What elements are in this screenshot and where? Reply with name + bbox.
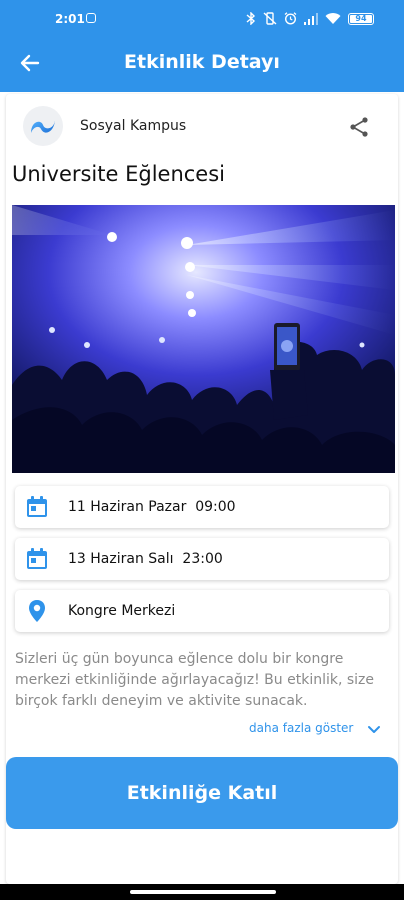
status-icons: 94 <box>246 12 374 25</box>
wave-logo-icon <box>31 119 55 133</box>
event-image <box>12 205 395 473</box>
calendar-icon <box>27 548 47 569</box>
battery-level: 94 <box>350 14 372 23</box>
home-gesture-handle[interactable] <box>130 890 276 894</box>
location-pin-icon <box>29 600 45 622</box>
location-row[interactable]: Kongre Merkezi <box>15 590 389 632</box>
concert-crowd-image <box>12 205 395 473</box>
organizer-name[interactable]: Sosyal Kampus <box>80 118 186 134</box>
share-icon[interactable] <box>348 116 370 138</box>
system-nav-bar <box>0 884 404 900</box>
organizer-avatar[interactable] <box>23 106 63 146</box>
signal-icon <box>304 12 318 25</box>
join-event-button[interactable]: Etkinliğe Katıl <box>6 757 398 829</box>
event-description: Sizleri üç gün boyunca eğlence dolu bir … <box>15 651 375 709</box>
alarm-icon <box>284 12 297 25</box>
app-bar: Etkinlik Detayı <box>0 34 404 92</box>
bluetooth-icon <box>246 12 256 25</box>
location-text: Kongre Merkezi <box>68 603 176 619</box>
end-date-row: 13 Haziran Salı 23:00 <box>15 538 389 580</box>
wifi-icon <box>325 12 341 24</box>
chevron-down-icon[interactable] <box>366 722 382 738</box>
status-bar: 2:01 94 <box>0 0 404 34</box>
event-card: Sosyal Kampus Universite Eğlencesi 11 Ha… <box>6 94 398 884</box>
event-title: Universite Eğlencesi <box>12 162 226 186</box>
end-date-text: 13 Haziran Salı 23:00 <box>68 551 223 567</box>
start-date-text: 11 Haziran Pazar 09:00 <box>68 499 236 515</box>
status-time: 2:01 <box>55 12 85 26</box>
battery-icon: 94 <box>348 12 374 25</box>
show-more-link[interactable]: daha fazla göster <box>249 721 353 735</box>
start-date-row: 11 Haziran Pazar 09:00 <box>15 486 389 528</box>
calendar-icon <box>27 496 47 517</box>
page-title: Etkinlik Detayı <box>124 51 280 73</box>
instagram-notification-icon <box>86 13 96 23</box>
vibrate-off-icon <box>263 12 277 25</box>
